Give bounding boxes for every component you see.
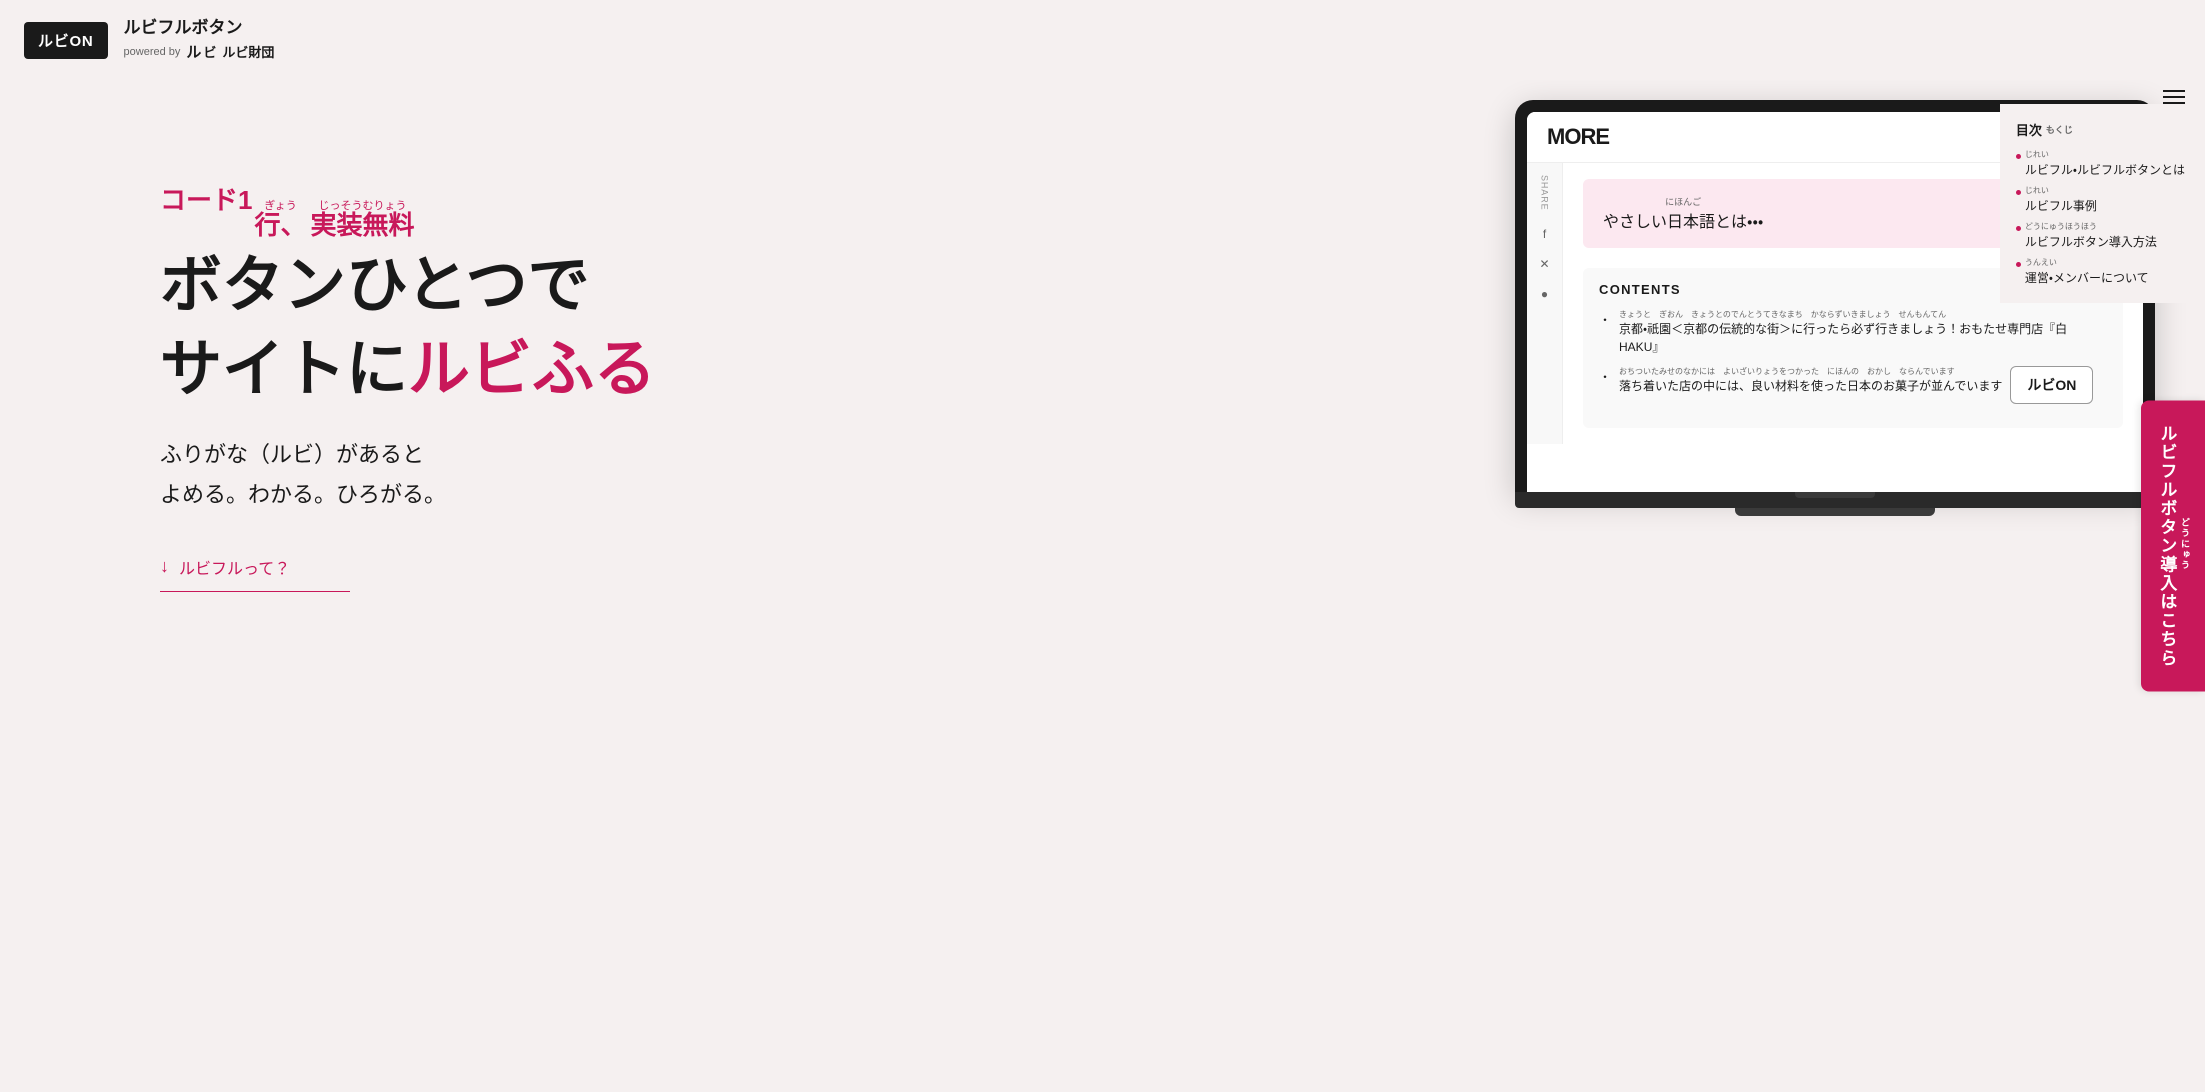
toc-item-label-4: 運営・メンバーについて [2025, 269, 2149, 287]
brand-area: ルビフルボタン powered by ルビ ルビ財団 [124, 18, 275, 62]
cta-side-button[interactable]: どうにゅう ルビフルボタン導入はこちら [2141, 400, 2205, 691]
screen-sidebar-x-icon: ✕ [1539, 257, 1549, 271]
contents-item-right-2: おちついたみせのなかには よいざいりょうをつかった にほんの おかし ならんでい… [1619, 366, 2093, 404]
rubifuru-link-label: ルビフルって？ [179, 555, 290, 579]
hero-title: ボタンひとつで サイトにルビふる [160, 244, 1605, 411]
contents-item-text-wrap-2: おちついたみせのなかには よいざいりょうをつかった にほんの おかし ならんでい… [1619, 366, 2002, 395]
contents-dot-2: ・ [1599, 368, 1611, 385]
subtitle-gyou: ぎょう 行、 [254, 201, 306, 238]
laptop-stand [1735, 508, 1935, 516]
subtitle-jissou: じっそうむりょう 実装無料 [310, 201, 414, 238]
subtitle-area: コード1 ぎょう 行、 じっそうむりょう 実装無料 [160, 180, 1605, 238]
laptop-base [1515, 492, 2155, 508]
hero-title-highlight: ルビふる [408, 335, 656, 404]
contents-item-ruby-2: おちついたみせのなかには よいざいりょうをつかった にほんの おかし ならんでい… [1619, 366, 2002, 377]
toc-item-4[interactable]: うんえい 運営・メンバーについて [2016, 257, 2185, 287]
menu-line-1 [2163, 90, 2185, 92]
pink-banner-text-wrap: にほんご やさしい日本語とは・・・ [1603, 195, 1763, 232]
toc-item-1[interactable]: じれい ルビフル・ルビフルボタンとは [2016, 149, 2185, 179]
toc-items: じれい ルビフル・ルビフルボタンとは じれい ルビフル事例 どうにゅうほうほう … [2016, 149, 2185, 287]
screen-sidebar-circle-icon: ● [1541, 287, 1548, 301]
pink-banner-ruby: にほんご [1665, 195, 1701, 208]
ruby-on-button-in-screen[interactable]: ルビON [2010, 366, 2093, 404]
toc-item-ruby-3: どうにゅうほうほう [2025, 221, 2157, 233]
powered-logos: ルビ ルビ財団 [186, 41, 274, 62]
toc-item-ruby-2: じれい [2025, 185, 2097, 197]
powered-logo-1: ルビ [186, 41, 216, 62]
rubifuru-link[interactable]: ↓ ルビフルって？ [160, 555, 350, 592]
hero-title-line2-prefix: サイトに [160, 335, 408, 404]
toc-item-ruby-4: うんえい [2025, 257, 2149, 269]
contents-item-2: ・ おちついたみせのなかには よいざいりょうをつかった にほんの おかし ならん… [1599, 366, 2107, 404]
powered-by-label: powered by [124, 46, 181, 58]
toc-item-text-4: うんえい 運営・メンバーについて [2025, 257, 2149, 287]
subtitle-jissou-text: 実装無料 [310, 212, 414, 238]
hero-desc-line1: ふりがな（ルビ）があると [160, 442, 424, 467]
cta-side-label: ルビフルボタン導入はこちら [2155, 424, 2179, 667]
site-header: ルビON ルビフルボタン powered by ルビ ルビ財団 [0, 0, 2205, 80]
toc-item-label-1: ルビフル・ルビフルボタンとは [2025, 161, 2185, 179]
hero-title-line1: ボタンひとつで [160, 251, 590, 320]
toc-dot-1 [2016, 154, 2021, 159]
screen-sidebar-facebook-icon: f [1543, 227, 1546, 241]
contents-item-text-1: 京都・祇園＜京都の伝統的な街＞に行ったら必ず行きましょう！おもたせ専門店『白 H… [1619, 320, 2107, 356]
toc-menu-icon[interactable] [2163, 90, 2185, 104]
brand-title: ルビフルボタン [124, 18, 275, 38]
hero-desc-line2: よめる。わかる。ひろがる。 [160, 482, 446, 507]
toc-item-text-1: じれい ルビフル・ルビフルボタンとは [2025, 149, 2185, 179]
powered-logo-2: ルビ財団 [222, 42, 274, 61]
toc-box: 目次 もくじ じれい ルビフル・ルビフルボタンとは じれい ルビフル事例 [2000, 104, 2205, 303]
cta-ruby-text: どうにゅう [2178, 517, 2191, 571]
arrow-down-icon: ↓ [160, 556, 169, 577]
toc-panel: 目次 もくじ じれい ルビフル・ルビフルボタンとは じれい ルビフル事例 [2000, 80, 2205, 303]
toc-item-2[interactable]: じれい ルビフル事例 [2016, 185, 2185, 215]
subtitle-gyou-text: 行、 [254, 212, 306, 238]
powered-by-area: powered by ルビ ルビ財団 [124, 41, 275, 62]
toc-dot-3 [2016, 226, 2021, 231]
toc-item-3[interactable]: どうにゅうほうほう ルビフルボタン導入方法 [2016, 221, 2185, 251]
contents-item-text-2: 落ち着いた店の中には、良い材料を使った日本のお菓子が並んでいます [1619, 377, 2002, 395]
contents-item-1: ・ きょうと ぎおん きょうとのでんとうてきなまち かならずいきましょう せんも… [1599, 309, 2107, 356]
toc-item-text-2: じれい ルビフル事例 [2025, 185, 2097, 215]
pink-banner-text: やさしい日本語とは・・・ [1603, 208, 1763, 232]
menu-line-2 [2163, 96, 2185, 98]
toc-dot-2 [2016, 190, 2021, 195]
hero-description: ふりがな（ルビ）があると よめる。わかる。ひろがる。 [160, 435, 1605, 514]
screen-logo: MORE [1547, 124, 1609, 150]
toc-title-text: 目次 [2016, 120, 2042, 139]
toc-item-text-3: どうにゅうほうほう ルビフルボタン導入方法 [2025, 221, 2157, 251]
toc-item-label-3: ルビフルボタン導入方法 [2025, 233, 2157, 251]
toc-item-label-2: ルビフル事例 [2025, 197, 2097, 215]
toc-item-ruby-1: じれい [2025, 149, 2185, 161]
toc-dot-4 [2016, 262, 2021, 267]
ruby-on-toggle-button[interactable]: ルビON [24, 22, 108, 59]
screen-sidebar: SHARE f ✕ ● [1527, 163, 1563, 444]
contents-dot-1: ・ [1599, 311, 1611, 328]
screen-sidebar-share-label: SHARE [1540, 175, 1550, 211]
subtitle-part1: コード1 [160, 180, 252, 217]
toc-title-ruby: もくじ [2046, 123, 2073, 136]
contents-item-text-wrap-1: きょうと ぎおん きょうとのでんとうてきなまち かならずいきましょう せんもんて… [1619, 309, 2107, 356]
toc-title: 目次 もくじ [2016, 120, 2185, 139]
contents-item-ruby-1: きょうと ぎおん きょうとのでんとうてきなまち かならずいきましょう せんもんて… [1619, 309, 2107, 320]
